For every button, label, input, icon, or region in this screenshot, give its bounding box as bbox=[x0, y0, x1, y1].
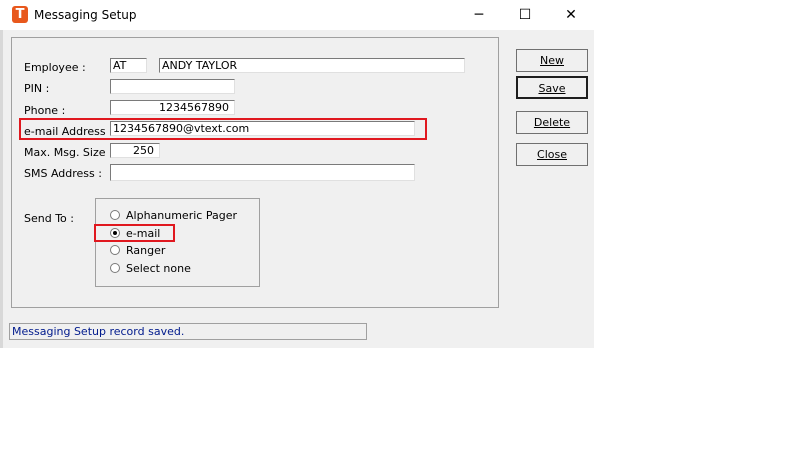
window-title: Messaging Setup bbox=[34, 8, 137, 22]
employee-name-field[interactable]: ANDY TAYLOR bbox=[159, 58, 465, 73]
radio-ranger[interactable]: Ranger bbox=[110, 244, 250, 258]
maximize-button[interactable]: ☐ bbox=[502, 0, 548, 30]
messaging-setup-window: T Messaging Setup ─ ☐ ✕ Employee : AT AN… bbox=[0, 0, 594, 348]
save-button[interactable]: Save bbox=[516, 76, 588, 99]
radio-select-none[interactable]: Select none bbox=[110, 262, 250, 276]
radio-indicator[interactable] bbox=[110, 263, 120, 273]
title-bar: T Messaging Setup ─ ☐ ✕ bbox=[0, 0, 594, 30]
app-logo-icon: T bbox=[12, 6, 28, 23]
delete-button[interactable]: Delete bbox=[516, 111, 588, 134]
radio-indicator[interactable] bbox=[110, 210, 120, 220]
employee-label: Employee : bbox=[24, 61, 86, 74]
send-to-label: Send To : bbox=[24, 212, 74, 225]
pin-field[interactable] bbox=[110, 79, 235, 94]
radio-label: Ranger bbox=[126, 244, 166, 257]
employee-code-field[interactable]: AT bbox=[110, 58, 147, 73]
max-msg-size-label: Max. Msg. Size : bbox=[24, 146, 113, 159]
sms-address-label: SMS Address : bbox=[24, 167, 102, 180]
radio-alphanumeric-pager[interactable]: Alphanumeric Pager bbox=[110, 209, 250, 223]
sms-address-field[interactable] bbox=[110, 164, 415, 181]
radio-indicator[interactable] bbox=[110, 245, 120, 255]
window-edge bbox=[0, 30, 3, 348]
close-window-button[interactable]: ✕ bbox=[548, 0, 594, 30]
phone-label: Phone : bbox=[24, 104, 66, 117]
email-radio-highlight-box bbox=[94, 224, 175, 242]
new-button[interactable]: New bbox=[516, 49, 588, 72]
phone-field[interactable]: 1234567890 bbox=[110, 100, 235, 115]
close-button[interactable]: Close bbox=[516, 143, 588, 166]
minimize-button[interactable]: ─ bbox=[456, 0, 502, 30]
radio-label: Select none bbox=[126, 262, 191, 275]
radio-label: Alphanumeric Pager bbox=[126, 209, 237, 222]
email-highlight-box bbox=[19, 118, 427, 140]
status-bar: Messaging Setup record saved. bbox=[9, 323, 367, 340]
max-msg-size-field[interactable]: 250 bbox=[110, 143, 160, 158]
pin-label: PIN : bbox=[24, 82, 50, 95]
